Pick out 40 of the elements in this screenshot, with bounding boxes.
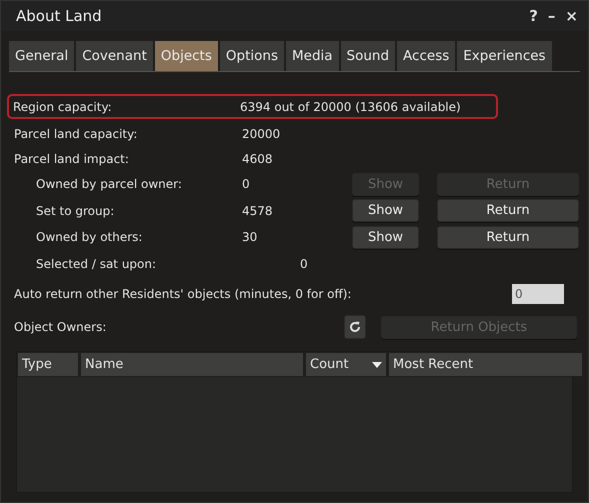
field-value: 20000 bbox=[242, 126, 282, 140]
field-label: Selected / sat upon: bbox=[35, 256, 158, 271]
refresh-icon bbox=[348, 320, 362, 334]
tab[interactable]: Sound bbox=[340, 41, 396, 71]
field-label: Owned by parcel owner: bbox=[35, 177, 183, 192]
minutes-input[interactable]: 0 bbox=[512, 284, 564, 304]
tab[interactable]: Covenant bbox=[76, 41, 153, 71]
field-label: Auto return other Residents' objects (minutes, 0 for off): bbox=[14, 287, 352, 301]
refresh-button[interactable] bbox=[344, 315, 366, 339]
show-button[interactable]: Show bbox=[352, 226, 419, 249]
field-value: 6394 out of 20000 (13606 available) bbox=[240, 100, 461, 114]
field-value: 0 bbox=[299, 256, 309, 271]
column-header[interactable]: Name bbox=[81, 353, 303, 376]
close-button[interactable]: × bbox=[563, 7, 580, 25]
field-label: Parcel land impact: bbox=[13, 152, 130, 166]
column-header[interactable]: Most Recent bbox=[389, 353, 582, 376]
tab[interactable]: Experiences bbox=[457, 41, 552, 71]
window-title: About Land bbox=[16, 7, 102, 25]
tab[interactable]: General bbox=[9, 41, 74, 71]
return-button[interactable]: Return bbox=[437, 226, 579, 249]
sort-descending-icon bbox=[372, 362, 382, 368]
field-label: Set to group: bbox=[35, 204, 116, 218]
field-value: 4608 bbox=[242, 152, 274, 166]
tab[interactable]: Options bbox=[220, 41, 284, 71]
field-label: Region capacity: bbox=[12, 100, 113, 114]
tab[interactable]: Media bbox=[286, 41, 339, 71]
field-label: Parcel land capacity: bbox=[13, 126, 138, 140]
tab[interactable]: Access bbox=[397, 41, 456, 71]
show-button[interactable]: Show bbox=[352, 199, 419, 222]
column-header[interactable]: Count bbox=[306, 353, 386, 376]
field-label: Owned by others: bbox=[35, 230, 144, 244]
field-value: 0 bbox=[242, 177, 251, 192]
field-value: 4578 bbox=[242, 204, 274, 218]
section-label: Object Owners: bbox=[13, 320, 108, 334]
help-button[interactable]: ? bbox=[527, 7, 540, 25]
return-button[interactable]: Return bbox=[437, 199, 579, 222]
column-header[interactable]: Type bbox=[18, 353, 78, 376]
field-value: 30 bbox=[242, 230, 258, 244]
tab[interactable]: Objects bbox=[154, 41, 218, 71]
minimize-button[interactable]: – bbox=[546, 7, 558, 25]
